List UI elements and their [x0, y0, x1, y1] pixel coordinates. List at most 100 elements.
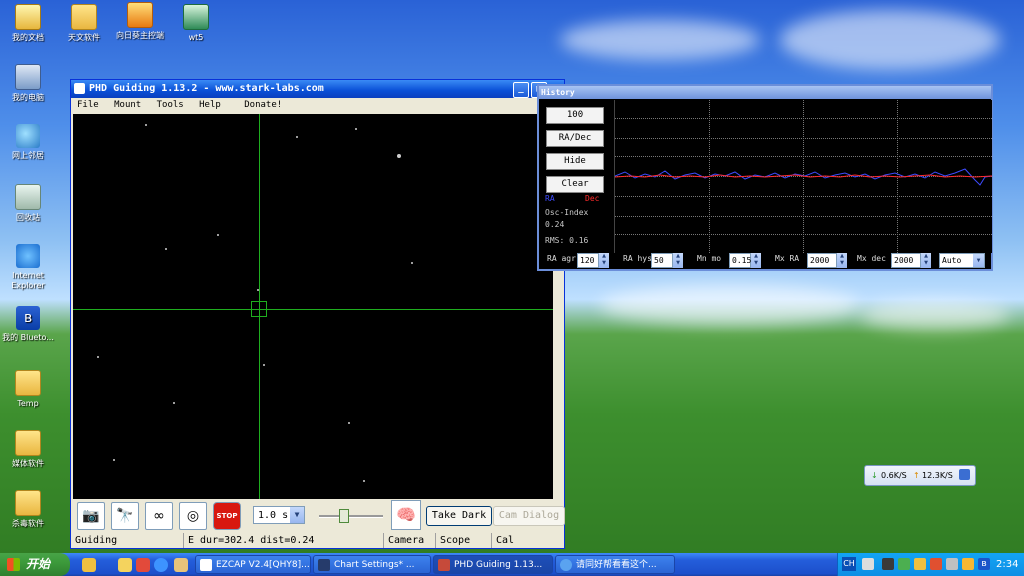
chevron-down-icon: ▼	[290, 507, 304, 523]
cam-dialog-button[interactable]: Cam Dialog	[493, 506, 565, 526]
gamma-slider-track[interactable]	[319, 515, 383, 518]
ra-hys-spinner[interactable]: ▲ ▼	[673, 253, 683, 268]
mx-dec-label: Mx dec	[857, 254, 886, 263]
quicklaunch-icon[interactable]	[136, 558, 150, 572]
network-menu-icon[interactable]	[959, 469, 970, 480]
brain-settings-icon[interactable]: 🧠	[391, 500, 421, 530]
mx-ra-spinner[interactable]: ▲ ▼	[837, 253, 847, 268]
documents-icon	[15, 4, 41, 30]
task-chart-settings[interactable]: Chart Settings* ...	[313, 555, 431, 574]
desktop-icon-temp[interactable]: Temp	[0, 370, 60, 409]
phd-titlebar[interactable]: PHD Guiding 1.13.2 - www.stark-labs.com …	[71, 80, 564, 98]
status-mode: Guiding	[75, 535, 118, 546]
mx-dec-spinner[interactable]: ▲ ▼	[921, 253, 931, 268]
mn-mo-input[interactable]: 0.15	[729, 253, 751, 268]
network-places-icon	[16, 124, 40, 148]
clock[interactable]: 2:34	[996, 553, 1018, 576]
ra-dec-mode-button[interactable]: RA/Dec	[546, 130, 604, 147]
bluetooth-icon[interactable]: ʙ	[978, 558, 990, 570]
hide-button[interactable]: Hide	[546, 153, 604, 170]
menu-tools[interactable]: Tools	[157, 100, 184, 110]
tray-app-icon[interactable]	[930, 558, 942, 570]
ra-agr-spinner[interactable]: ▲ ▼	[599, 253, 609, 268]
computer-icon	[15, 64, 41, 90]
upload-arrow-icon: ↑	[913, 471, 920, 480]
legend-ra: RA	[545, 194, 555, 203]
menu-mount[interactable]: Mount	[114, 100, 141, 110]
desktop-icon-sunlogin[interactable]: 向日葵主控端	[108, 2, 172, 41]
quicklaunch-icon[interactable]	[82, 558, 96, 572]
cloud	[600, 285, 860, 325]
status-cal: Cal	[491, 533, 564, 548]
keyboard-icon[interactable]	[862, 558, 874, 570]
ra-agr-input[interactable]: 120	[577, 253, 599, 268]
tray-app-icon[interactable]	[898, 558, 910, 570]
osc-index-label: Osc-Index	[545, 208, 589, 217]
menu-donate[interactable]: Donate!	[244, 100, 282, 110]
cloud	[860, 300, 1010, 330]
stop-icon[interactable]: STOP	[213, 502, 241, 530]
dec-mode-select[interactable]: Auto ▼	[939, 253, 985, 268]
phd-app-icon	[74, 83, 85, 94]
internet-explorer-icon	[560, 559, 572, 571]
desktop-icon-network[interactable]: 网上邻居	[0, 124, 60, 161]
folder-icon	[15, 430, 41, 456]
clear-button[interactable]: Clear	[546, 176, 604, 193]
camera-connect-icon[interactable]: 📷	[77, 502, 105, 530]
rms-value: RMS: 0.16	[545, 236, 589, 245]
volume-icon[interactable]	[946, 558, 958, 570]
folder-icon	[15, 370, 41, 396]
download-speed: 0.6K/S	[881, 471, 907, 480]
history-traces	[615, 168, 992, 186]
telescope-connect-icon[interactable]: 🔭	[111, 502, 139, 530]
task-ezcap[interactable]: EZCAP V2.4[QHY8]...	[195, 555, 311, 574]
gamma-slider-thumb[interactable]	[339, 509, 349, 523]
windows-logo-icon	[7, 558, 20, 571]
history-length-button[interactable]: 100	[546, 107, 604, 124]
quicklaunch-icon[interactable]	[118, 558, 132, 572]
folder-icon	[15, 490, 41, 516]
upload-speed: 12.3K/S	[922, 471, 953, 480]
desktop-icon-bluetooth[interactable]: ʙ 我的 Blueto...	[0, 306, 60, 343]
tray-app-icon[interactable]	[914, 558, 926, 570]
ra-hys-input[interactable]: 50	[651, 253, 673, 268]
desktop-icon-internet-explorer[interactable]: Internet Explorer	[0, 244, 60, 291]
start-button[interactable]: 开始	[0, 553, 70, 576]
task-browser[interactable]: 请同好帮看看这个...	[555, 555, 675, 574]
tray-app-icon[interactable]	[882, 558, 894, 570]
minimize-button[interactable]: _	[513, 82, 529, 98]
history-titlebar[interactable]: History	[539, 86, 991, 99]
system-tray: CH ʙ 2:34	[837, 553, 1024, 576]
desktop-icon-antivirus[interactable]: 杀毒软件	[0, 490, 60, 529]
desktop-icon-astro-software[interactable]: 天文软件	[52, 4, 116, 43]
taskbar: 开始 EZCAP V2.4[QHY8]... Chart Settings* .…	[0, 553, 1024, 576]
mn-mo-spinner[interactable]: ▲ ▼	[751, 253, 761, 268]
menu-file[interactable]: File	[77, 100, 99, 110]
desktop-icon-my-computer[interactable]: 我的电脑	[0, 64, 60, 103]
desktop-icon-media-software[interactable]: 媒体软件	[0, 430, 60, 469]
guide-camera-view[interactable]	[73, 114, 553, 499]
loop-exposure-icon[interactable]: ∞	[145, 502, 173, 530]
quicklaunch-icon[interactable]	[174, 558, 188, 572]
mx-ra-input[interactable]: 2000	[807, 253, 837, 268]
mx-dec-input[interactable]: 2000	[891, 253, 921, 268]
sunflower-app-icon	[127, 2, 153, 28]
task-phd-guiding[interactable]: PHD Guiding 1.13...	[433, 555, 553, 574]
mx-ra-label: Mx RA	[775, 254, 800, 263]
ezcap-icon	[200, 559, 212, 571]
phd-window-title: PHD Guiding 1.13.2 - www.stark-labs.com	[89, 83, 324, 94]
cloud	[560, 20, 760, 60]
take-dark-button[interactable]: Take Dark	[426, 506, 492, 526]
desktop-icon-recycle-bin[interactable]: 回收站	[0, 184, 60, 223]
menu-help[interactable]: Help	[199, 100, 221, 110]
language-indicator[interactable]: CH	[842, 557, 856, 571]
desktop-icon-my-documents[interactable]: 我的文档	[0, 4, 60, 43]
ra-agr-label: RA agr	[547, 254, 576, 263]
folder-icon	[71, 4, 97, 30]
exposure-select[interactable]: 1.0 s ▼	[253, 506, 305, 524]
guide-target-icon[interactable]: ◎	[179, 502, 207, 530]
internet-explorer-icon[interactable]	[154, 558, 168, 572]
desktop-icon-wt5[interactable]: wt5	[164, 4, 228, 43]
tray-app-icon[interactable]	[962, 558, 974, 570]
guide-star-box	[251, 301, 267, 317]
